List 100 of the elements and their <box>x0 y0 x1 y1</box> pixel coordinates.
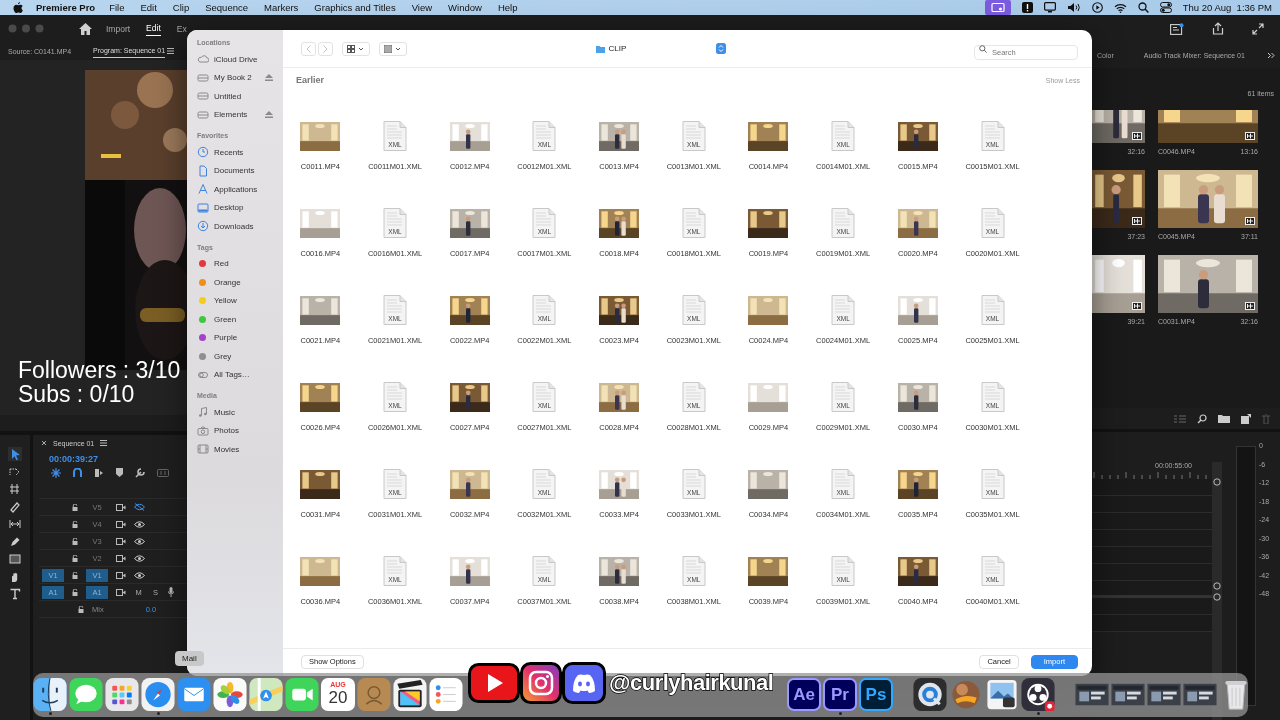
menu-item[interactable]: View <box>411 2 433 13</box>
marker-icon[interactable] <box>116 468 123 477</box>
photos-icon[interactable] <box>213 678 247 712</box>
preview-icon[interactable] <box>985 678 1019 712</box>
reminders-icon[interactable] <box>429 678 463 712</box>
eye-icon[interactable] <box>134 571 145 579</box>
sidebar-item[interactable]: Green <box>197 310 283 329</box>
display-icon[interactable] <box>1043 2 1056 13</box>
sidebar-item[interactable]: Grey <box>197 347 283 366</box>
sidebar-item[interactable]: Red <box>197 254 283 273</box>
zoom-handle-icon[interactable] <box>1213 478 1221 486</box>
lock-icon[interactable] <box>72 571 78 579</box>
clapperboard-icon[interactable] <box>393 678 427 712</box>
search-icon[interactable] <box>1197 413 1207 424</box>
sidebar-item[interactable]: Purple <box>197 328 283 347</box>
sidebar-item[interactable]: Recents <box>197 143 283 162</box>
ripple-edit-icon[interactable] <box>8 482 22 496</box>
mail-icon[interactable] <box>177 678 211 712</box>
linked-selection-icon[interactable] <box>94 467 104 478</box>
eject-icon[interactable] <box>265 111 273 119</box>
sync-lock-icon[interactable] <box>116 520 126 528</box>
sidebar-item[interactable]: iCloud Drive <box>197 50 283 69</box>
icon-grid-icon[interactable] <box>347 44 365 53</box>
app-menu[interactable]: Premiere Pro <box>36 2 96 13</box>
slip-tool-icon[interactable] <box>8 517 22 531</box>
share-icon[interactable] <box>1212 22 1224 35</box>
new-item-icon[interactable] <box>1241 413 1251 424</box>
lock-icon[interactable] <box>72 537 78 545</box>
volume-icon[interactable] <box>1066 2 1081 13</box>
menu-item[interactable]: Clip <box>172 2 190 13</box>
sidebar-item[interactable]: Elements <box>197 105 283 124</box>
type-tool-icon[interactable] <box>8 587 22 601</box>
microphone-icon[interactable] <box>168 587 174 597</box>
workspace-tab[interactable]: Edit <box>146 21 161 36</box>
finder-icon[interactable] <box>33 678 67 712</box>
group-grid-icon[interactable] <box>384 44 402 53</box>
lock-icon[interactable] <box>72 520 78 528</box>
screen-share-icon[interactable] <box>984 0 1011 15</box>
sync-lock-icon[interactable] <box>116 537 126 545</box>
search-icon[interactable] <box>1137 2 1149 13</box>
messages-icon[interactable] <box>69 678 103 712</box>
sync-lock-icon[interactable] <box>116 588 126 596</box>
sidebar-item[interactable]: Applications <box>197 180 283 199</box>
app-icon[interactable]: Pr <box>823 678 857 712</box>
sidebar-item[interactable]: Untitled <box>197 87 283 106</box>
wifi-icon[interactable] <box>1113 2 1127 13</box>
eye-off-icon[interactable] <box>134 503 145 511</box>
eye-icon[interactable] <box>134 554 145 562</box>
selection-tool-icon[interactable] <box>8 447 22 461</box>
location-popup[interactable]: CLIP <box>595 43 726 54</box>
workspace-tab[interactable]: Import <box>106 21 131 36</box>
fullscreen-icon[interactable] <box>1252 22 1264 35</box>
eye-icon[interactable] <box>134 537 145 545</box>
wrench-icon[interactable] <box>135 467 145 478</box>
menu-item[interactable]: File <box>109 2 125 13</box>
sidebar-item[interactable]: My Book 2 <box>197 68 283 87</box>
play-icon[interactable] <box>1091 2 1103 13</box>
close-icon[interactable] <box>41 440 47 446</box>
alert-icon[interactable] <box>1021 2 1033 13</box>
app-icon[interactable]: Ae <box>787 678 821 712</box>
menu-item[interactable]: Window <box>448 2 482 13</box>
menu-item[interactable]: Sequence <box>205 2 248 13</box>
nest-icon[interactable] <box>51 467 61 478</box>
control-center-icon[interactable] <box>1159 2 1172 13</box>
more-panels-icon[interactable] <box>1266 51 1275 59</box>
eye-icon[interactable] <box>134 520 145 528</box>
notifications-icon[interactable] <box>1170 22 1184 35</box>
panel-menu-icon[interactable] <box>167 48 175 54</box>
eject-icon[interactable] <box>265 74 273 82</box>
sidebar-item[interactable]: Documents <box>197 161 283 180</box>
facetime-icon[interactable] <box>285 678 319 712</box>
sidebar-item[interactable]: Music <box>197 403 283 422</box>
home-icon[interactable] <box>79 22 92 35</box>
sync-lock-icon[interactable] <box>116 571 126 579</box>
panel-menu-icon[interactable] <box>100 440 108 446</box>
menu-item[interactable]: Markers <box>264 2 299 13</box>
menu-item[interactable]: Edit <box>140 2 157 13</box>
group-button[interactable] <box>379 41 407 56</box>
sidebar-item[interactable]: Orange <box>197 273 283 292</box>
safari-icon[interactable] <box>141 678 175 712</box>
workspace-tab[interactable]: Ex <box>176 21 187 36</box>
maps-icon[interactable] <box>249 678 283 712</box>
quicktime-icon[interactable] <box>913 678 947 712</box>
obs-icon[interactable] <box>1021 678 1055 712</box>
apple-menu-icon[interactable] <box>13 2 23 13</box>
sidebar-item[interactable]: All Tags… <box>197 365 283 384</box>
rectangle-tool-icon[interactable] <box>8 552 22 566</box>
app-icon[interactable]: Ps <box>859 678 893 712</box>
lock-icon[interactable] <box>72 554 78 562</box>
menu-item[interactable]: Graphics and Titles <box>314 2 396 13</box>
menu-item[interactable]: Help <box>497 2 518 13</box>
sidebar-item[interactable]: Downloads <box>197 217 283 236</box>
sidebar-item[interactable]: Yellow <box>197 291 283 310</box>
lock-icon[interactable] <box>72 503 78 511</box>
captions-icon[interactable] <box>157 468 169 477</box>
sync-lock-icon[interactable] <box>116 554 126 562</box>
lock-icon[interactable] <box>78 605 84 613</box>
sidebar-item[interactable]: Photos <box>197 421 283 440</box>
lock-icon[interactable] <box>72 588 78 596</box>
sync-lock-icon[interactable] <box>116 503 126 511</box>
